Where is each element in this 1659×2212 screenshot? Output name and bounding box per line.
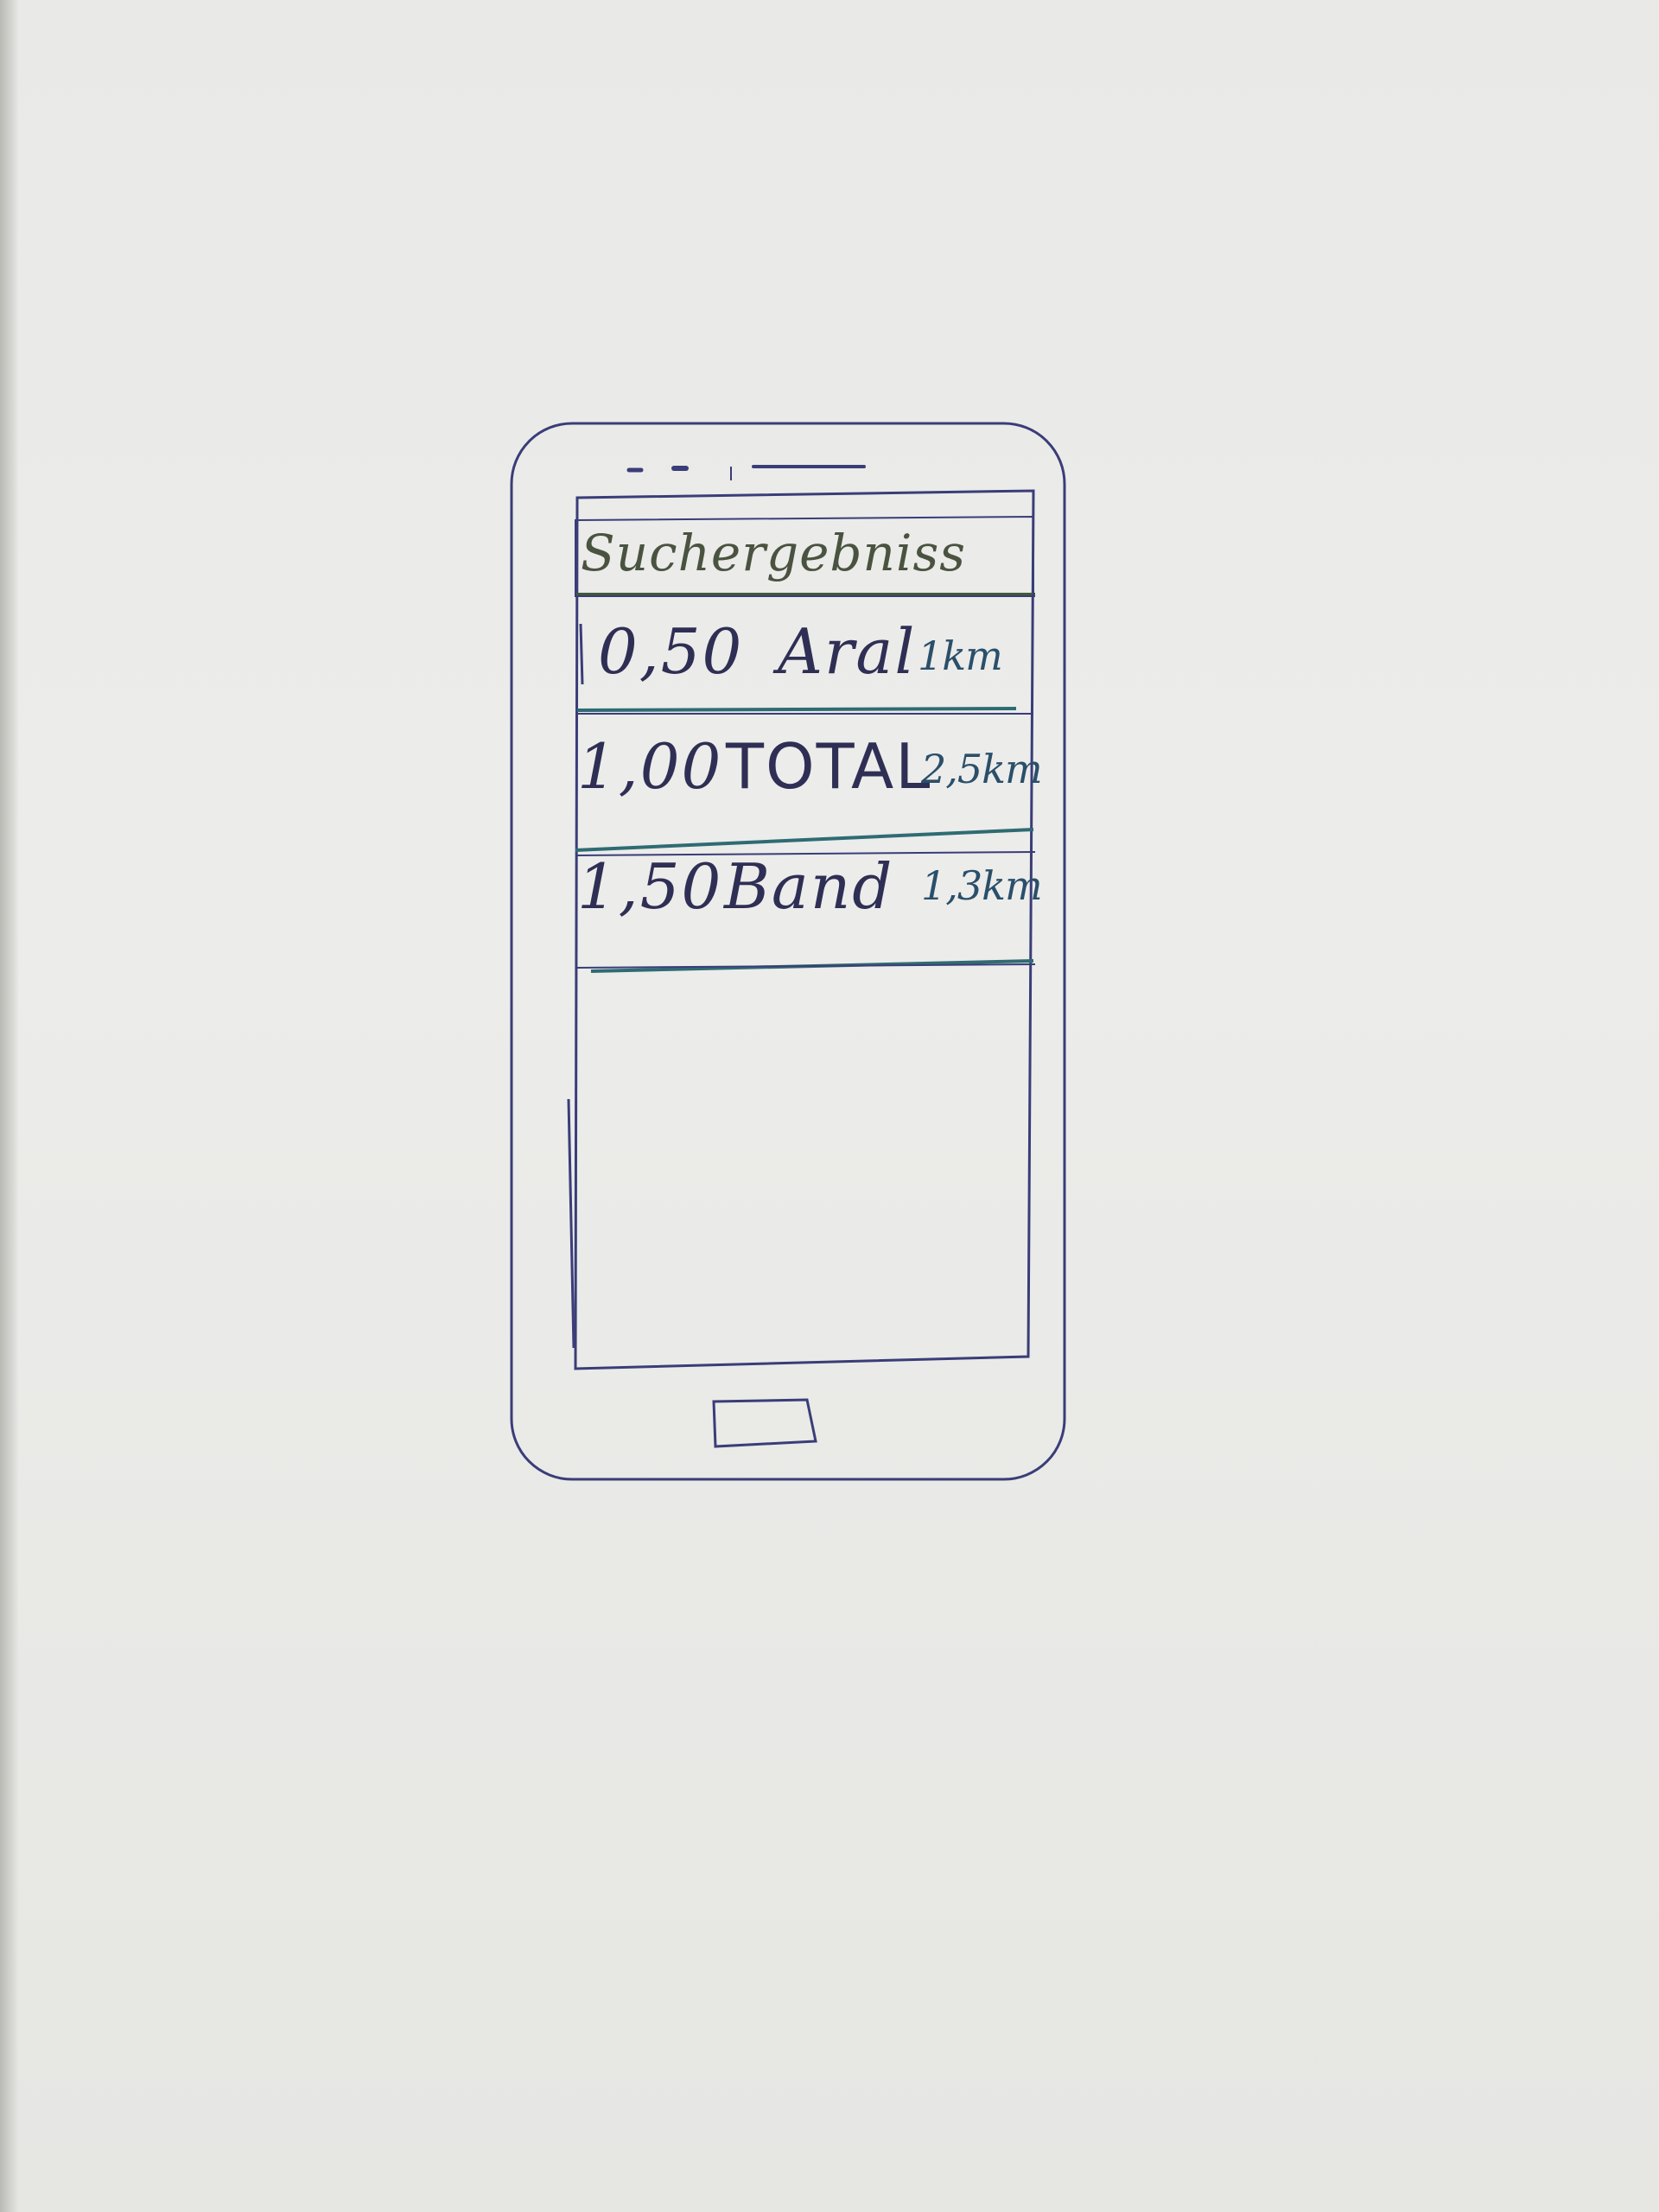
row-divider-2 <box>575 828 1034 852</box>
page-title: Suchergebniss <box>581 524 966 582</box>
distance-label: 1,3km <box>921 862 1043 909</box>
distance-label: 1km <box>918 632 1003 679</box>
phone-sketch <box>510 422 1066 1481</box>
row-divider-1 <box>576 707 1017 712</box>
distance-label: 2,5km <box>921 746 1043 792</box>
price-label: 1,50 <box>577 850 723 923</box>
station-name: Aral <box>778 615 917 688</box>
price-label: 1,00 <box>577 730 723 803</box>
screen-left-stroke <box>567 1098 575 1349</box>
price-label: 0,50 <box>598 615 744 688</box>
home-button <box>712 1398 817 1448</box>
station-name: Band <box>724 850 894 923</box>
station-name: TOTAL <box>726 730 932 803</box>
